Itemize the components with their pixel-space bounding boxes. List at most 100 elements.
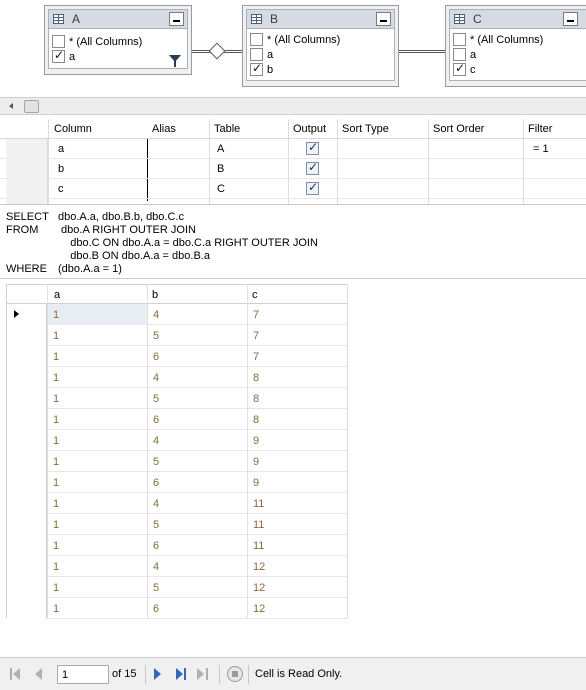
checkbox[interactable] <box>453 61 466 76</box>
table-row[interactable]: 1 4 9 <box>7 430 348 451</box>
header-output[interactable]: Output <box>293 123 326 135</box>
table-c-header[interactable]: C <box>449 9 586 29</box>
last-record-icon[interactable] <box>176 667 190 681</box>
result-cell[interactable]: 4 <box>153 435 159 447</box>
table-b-header[interactable]: B <box>246 9 395 29</box>
result-cell[interactable]: 1 <box>53 477 59 489</box>
checkbox[interactable] <box>453 48 466 61</box>
header-table[interactable]: Table <box>214 123 240 135</box>
result-cell[interactable]: 7 <box>253 351 259 363</box>
column-row[interactable]: * (All Columns) <box>247 32 394 47</box>
result-cell[interactable]: 9 <box>253 435 259 447</box>
result-cell[interactable]: 6 <box>153 540 159 552</box>
header-c[interactable]: c <box>252 289 258 301</box>
result-cell[interactable]: 12 <box>253 561 265 573</box>
row-selector[interactable] <box>7 493 47 514</box>
result-cell[interactable]: 4 <box>153 372 159 384</box>
row-selector[interactable] <box>7 430 47 451</box>
cell-column[interactable]: b <box>58 163 64 175</box>
cell-filter[interactable]: = 1 <box>533 143 549 155</box>
result-cell[interactable]: 11 <box>253 540 264 552</box>
result-cell[interactable]: 6 <box>153 477 159 489</box>
table-row[interactable]: 1 6 8 <box>7 409 348 430</box>
column-row[interactable]: a <box>247 47 394 62</box>
output-checkbox[interactable] <box>306 180 319 195</box>
table-row[interactable]: 1 5 9 <box>7 451 348 472</box>
checkbox[interactable] <box>453 33 466 46</box>
result-cell[interactable]: 1 <box>53 435 59 447</box>
sql-pane[interactable]: SELECT dbo.A.a, dbo.B.b, dbo.C.c FROM db… <box>0 207 586 279</box>
column-row[interactable]: a <box>450 47 586 62</box>
row-selector[interactable] <box>6 179 48 199</box>
result-cell[interactable]: 11 <box>253 519 264 531</box>
row-selector[interactable] <box>7 304 47 325</box>
result-cell[interactable]: 12 <box>253 603 265 615</box>
minimize-icon[interactable] <box>376 12 391 26</box>
table-box-b[interactable]: B * (All Columns) a b <box>242 5 399 87</box>
minimize-icon[interactable] <box>169 12 184 26</box>
header-column[interactable]: Column <box>54 123 92 135</box>
column-row[interactable]: c <box>450 61 586 77</box>
result-cell[interactable]: 5 <box>153 393 159 405</box>
result-cell[interactable]: 1 <box>53 372 59 384</box>
criteria-row-partial[interactable] <box>0 199 586 204</box>
row-selector[interactable] <box>6 199 48 204</box>
row-selector[interactable] <box>7 409 47 430</box>
result-cell[interactable]: 9 <box>253 477 259 489</box>
cell-column[interactable]: c <box>58 183 64 195</box>
output-checkbox[interactable] <box>306 140 319 155</box>
diagram-horizontal-scrollbar[interactable] <box>0 97 586 115</box>
result-cell[interactable]: 4 <box>153 498 159 510</box>
criteria-row[interactable]: a A = 1 <box>0 139 586 159</box>
table-row[interactable]: 1 4 12 <box>7 556 348 577</box>
row-selector[interactable] <box>7 451 47 472</box>
result-cell[interactable]: 8 <box>253 393 259 405</box>
result-cell[interactable]: 1 <box>53 456 59 468</box>
cell-table[interactable]: B <box>217 163 224 175</box>
next-record-icon[interactable] <box>153 667 167 681</box>
table-row[interactable]: 1 6 12 <box>7 598 348 619</box>
row-selector[interactable] <box>7 367 47 388</box>
result-cell[interactable]: 9 <box>253 456 259 468</box>
table-row[interactable]: 1 4 11 <box>7 493 348 514</box>
checkbox[interactable] <box>52 48 65 63</box>
checkbox[interactable] <box>250 48 263 61</box>
row-selector[interactable] <box>7 346 47 367</box>
previous-record-icon[interactable] <box>35 667 49 681</box>
row-selector[interactable] <box>7 472 47 493</box>
first-record-icon[interactable] <box>10 667 24 681</box>
record-number-input[interactable] <box>57 665 109 684</box>
output-checkbox[interactable] <box>306 160 319 175</box>
row-selector[interactable] <box>6 159 48 179</box>
column-row[interactable]: a <box>49 48 187 64</box>
result-cell[interactable]: 12 <box>253 582 265 594</box>
criteria-row[interactable]: c C <box>0 179 586 199</box>
header-sort-order[interactable]: Sort Order <box>433 123 484 135</box>
result-cell[interactable]: 1 <box>53 561 59 573</box>
result-cell[interactable]: 1 <box>53 309 59 321</box>
criteria-row[interactable]: b B <box>0 159 586 179</box>
scroll-thumb[interactable] <box>24 100 39 113</box>
column-row[interactable]: b <box>247 61 394 77</box>
row-selector[interactable] <box>7 577 47 598</box>
result-cell[interactable]: 11 <box>253 498 264 510</box>
table-row[interactable]: 1 5 7 <box>7 325 348 346</box>
result-cell[interactable]: 1 <box>53 330 59 342</box>
result-cell[interactable]: 1 <box>53 414 59 426</box>
table-row[interactable]: 1 5 11 <box>7 514 348 535</box>
result-cell[interactable]: 5 <box>153 582 159 594</box>
table-box-a[interactable]: A * (All Columns) a <box>44 5 192 75</box>
row-selector[interactable] <box>7 514 47 535</box>
result-cell[interactable]: 7 <box>253 330 259 342</box>
cell-table[interactable]: C <box>217 183 225 195</box>
join-diamond-icon[interactable] <box>208 42 226 60</box>
row-selector[interactable] <box>7 556 47 577</box>
result-cell[interactable]: 8 <box>253 372 259 384</box>
table-row[interactable]: 1 4 8 <box>7 367 348 388</box>
table-a-header[interactable]: A <box>48 9 188 29</box>
result-cell[interactable]: 5 <box>153 456 159 468</box>
result-cell[interactable]: 1 <box>53 393 59 405</box>
header-alias[interactable]: Alias <box>152 123 176 135</box>
result-cell[interactable]: 1 <box>53 519 59 531</box>
result-cell[interactable]: 6 <box>153 351 159 363</box>
